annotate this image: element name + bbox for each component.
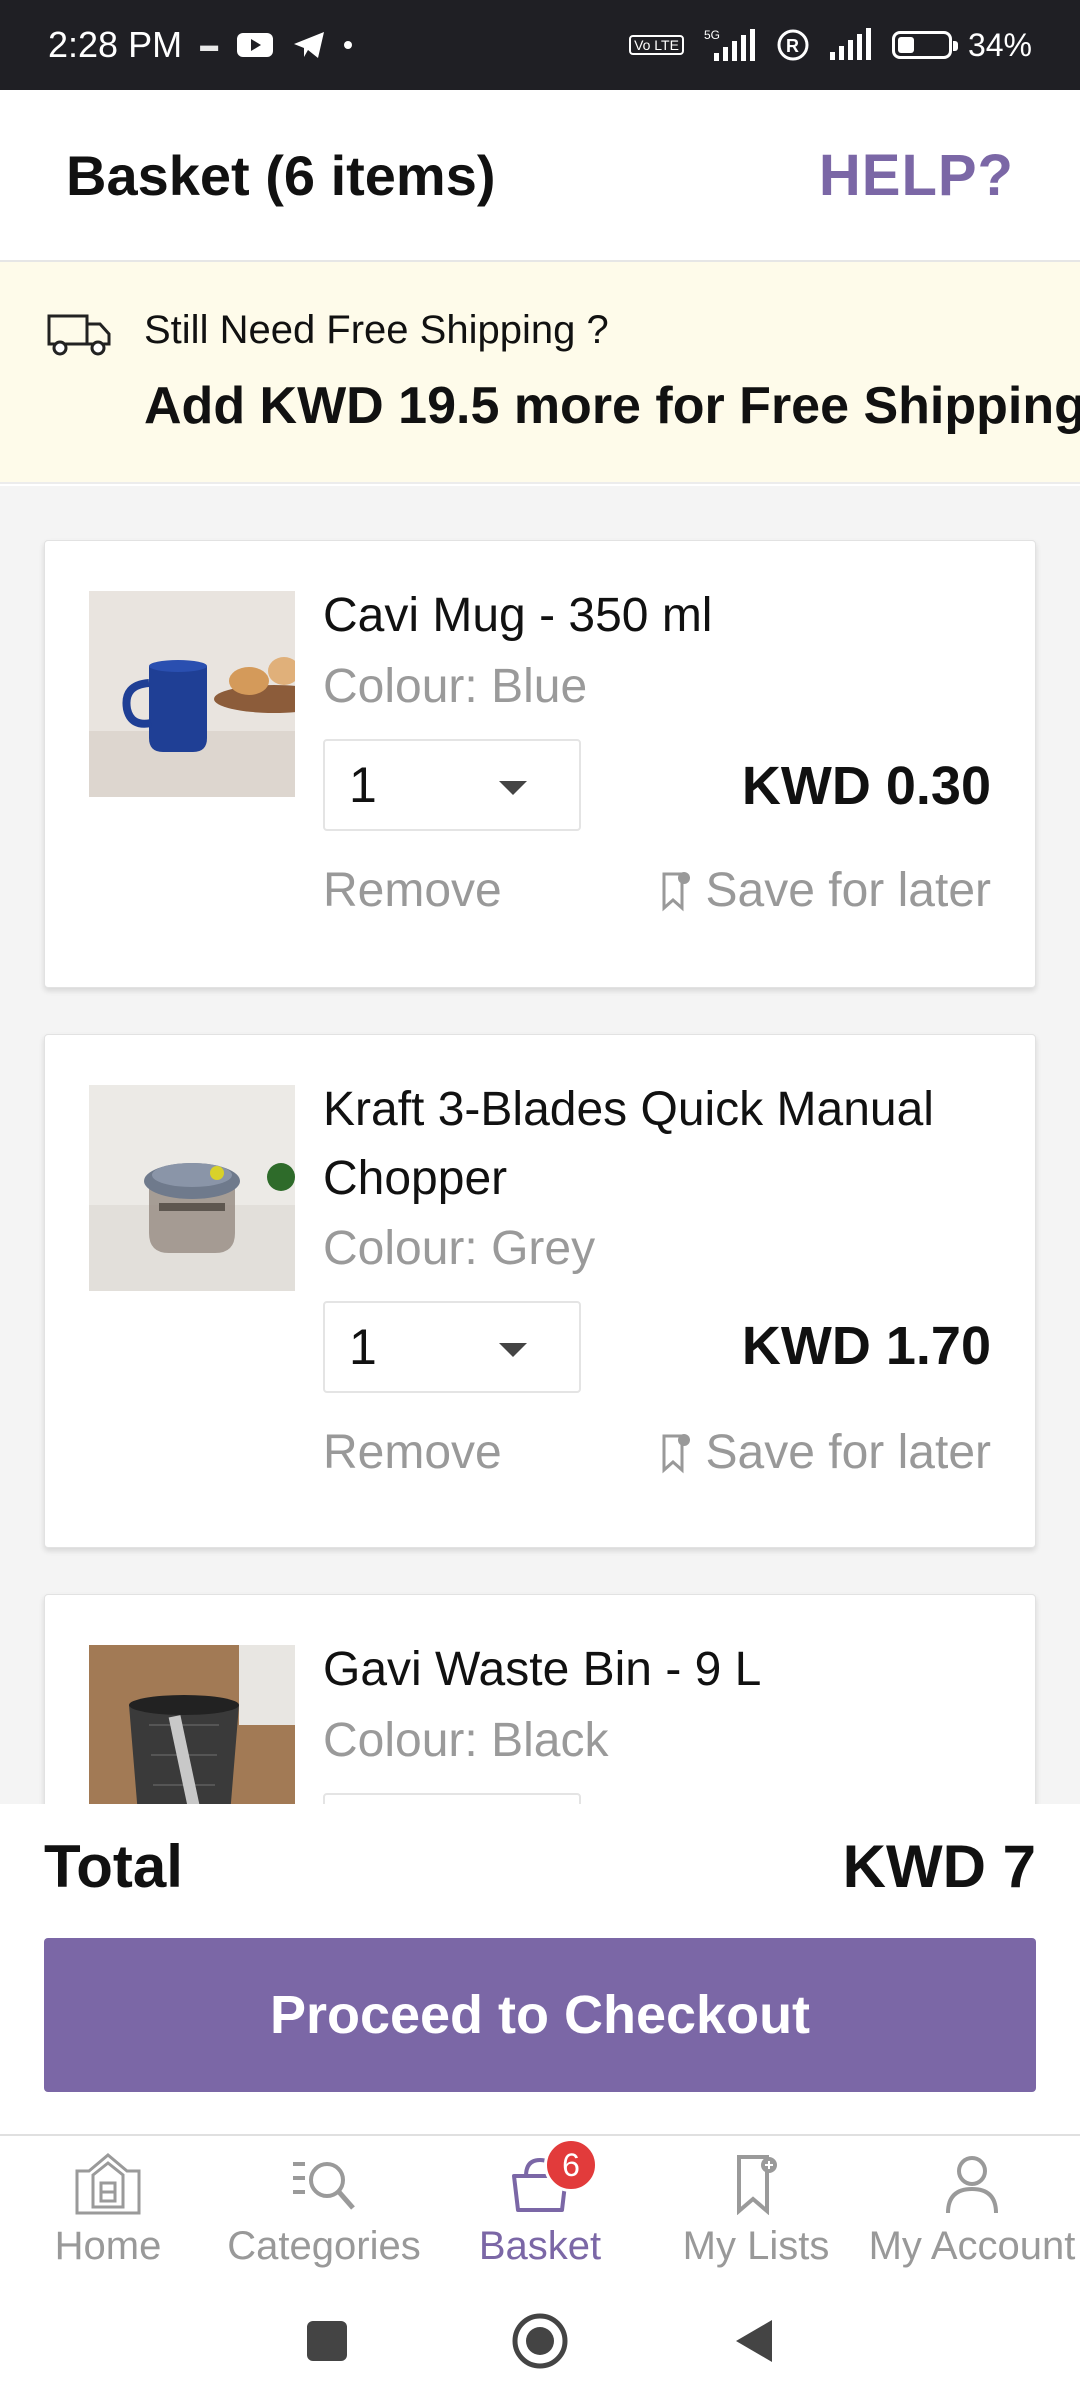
remove-button[interactable]: Remove <box>323 863 502 918</box>
free-shipping-banner: Still Need Free Shipping ? Add KWD 19.5 … <box>0 262 1080 484</box>
status-time: 2:28 PM <box>48 24 183 65</box>
triangle-back-icon <box>736 2320 773 2362</box>
quantity-select[interactable]: 1 <box>323 739 581 831</box>
quantity-value: 1 <box>349 1319 377 1375</box>
chevron-down-icon <box>499 781 527 795</box>
categories-search-icon <box>288 2148 360 2220</box>
product-colour: Colour: Blue <box>323 660 588 713</box>
shipping-remaining: Add KWD 19.5 more for Free Shipping <box>144 377 1080 435</box>
nav-item-home[interactable]: Home <box>0 2136 216 2282</box>
basket-icon: 6 <box>504 2138 598 2220</box>
bookmark-icon <box>662 871 690 911</box>
quantity-select[interactable] <box>323 1793 581 1804</box>
nav-label: Categories <box>227 2224 421 2268</box>
signal-5g-icon: 5G <box>704 28 755 61</box>
basket-item: Kraft 3-Blades Quick Manual Chopper Colo… <box>44 1034 1036 1548</box>
nav-item-basket[interactable]: 6 Basket <box>432 2136 648 2282</box>
product-name[interactable]: Gavi Waste Bin - 9 L <box>323 1635 1003 1704</box>
basket-item: Cavi Mug - 350 ml Colour: Blue 1 KWD 0.3… <box>44 540 1036 988</box>
nav-item-my-lists[interactable]: My Lists <box>648 2136 864 2282</box>
page-title: Basket (6 items) <box>66 143 496 207</box>
volte-icon: Vo LTE <box>629 35 684 55</box>
svg-text:R: R <box>786 36 799 56</box>
recents-button[interactable] <box>292 2306 362 2376</box>
product-image[interactable] <box>89 591 295 797</box>
basket-items-list[interactable]: Cavi Mug - 350 ml Colour: Blue 1 KWD 0.3… <box>0 486 1080 1804</box>
product-colour: Colour: Black <box>323 1714 609 1767</box>
chevron-down-icon <box>499 1343 527 1357</box>
total-bar: Total KWD 7 Proceed to Checkout <box>0 1804 1080 2134</box>
save-for-later-label: Save for later <box>705 1426 991 1479</box>
circle-icon <box>512 2313 568 2369</box>
quantity-select[interactable]: 1 <box>323 1301 581 1393</box>
nav-item-categories[interactable]: Categories <box>216 2136 432 2282</box>
shipping-prompt: Still Need Free Shipping ? <box>144 308 609 352</box>
product-name[interactable]: Cavi Mug - 350 ml <box>323 581 1003 650</box>
account-icon <box>936 2148 1008 2220</box>
product-colour: Colour: Grey <box>323 1222 596 1275</box>
basket-count-badge: 6 <box>544 2138 598 2192</box>
save-for-later-button[interactable]: Save for later <box>660 863 991 918</box>
total-value: KWD 7 <box>842 1833 1036 1900</box>
status-bar: 2:28 PM ▬ Vo LTE 5G R 34% <box>0 0 1080 90</box>
nav-label: Home <box>54 2224 162 2268</box>
more-notifications-icon <box>344 41 353 49</box>
basket-item: Gavi Waste Bin - 9 L Colour: Black <box>44 1594 1036 1804</box>
bottom-navigation: Home Categories 6 Basket My Lists My Acc… <box>0 2134 1080 2282</box>
truck-icon <box>47 314 111 356</box>
notification-icon: ▬ <box>200 34 219 55</box>
battery-fill <box>897 37 914 53</box>
bookmark-icon <box>662 1433 690 1473</box>
square-icon <box>306 2321 347 2361</box>
youtube-icon <box>237 33 274 57</box>
registered-icon: R <box>777 29 809 61</box>
save-for-later-button[interactable]: Save for later <box>660 1425 991 1480</box>
proceed-to-checkout-button[interactable]: Proceed to Checkout <box>44 1938 1036 2092</box>
quantity-value: 1 <box>349 757 377 813</box>
total-label: Total <box>44 1833 183 1900</box>
bookmark-icon <box>720 2148 792 2220</box>
product-image[interactable] <box>89 1645 295 1804</box>
product-image[interactable] <box>89 1085 295 1291</box>
product-name[interactable]: Kraft 3-Blades Quick Manual Chopper <box>323 1075 1003 1213</box>
app-header: Basket (6 items) HELP? <box>0 90 1080 262</box>
battery-icon <box>891 31 958 59</box>
nav-label: My Lists <box>682 2224 830 2268</box>
help-link[interactable]: HELP? <box>819 142 1014 209</box>
product-price: KWD 0.30 <box>741 756 991 816</box>
nav-label: My Account <box>868 2224 1076 2268</box>
save-for-later-label: Save for later <box>705 864 991 917</box>
nav-item-my-account[interactable]: My Account <box>864 2136 1080 2282</box>
system-navigation-bar <box>0 2282 1080 2400</box>
home-logo-icon <box>72 2148 144 2220</box>
product-price: KWD 1.70 <box>741 1316 991 1376</box>
home-button[interactable] <box>505 2306 575 2376</box>
signal-icon <box>829 28 871 60</box>
nav-label: Basket <box>478 2224 602 2268</box>
svg-text:5G: 5G <box>704 28 720 42</box>
back-button[interactable] <box>718 2306 788 2376</box>
remove-button[interactable]: Remove <box>323 1425 502 1480</box>
battery-percent: 34% <box>967 26 1032 63</box>
telegram-icon <box>294 32 325 58</box>
